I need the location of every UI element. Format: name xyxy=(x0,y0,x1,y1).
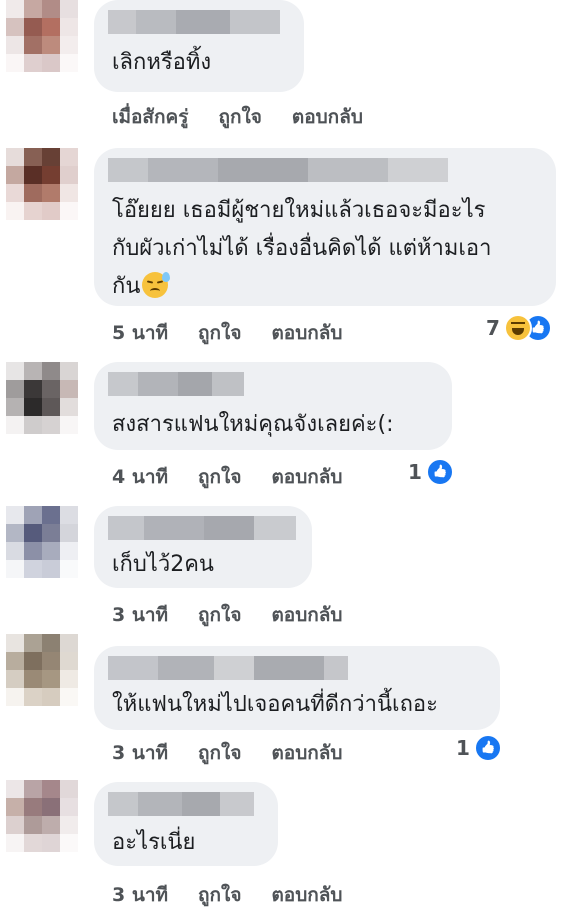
like-icon xyxy=(473,734,502,762)
avatar[interactable] xyxy=(6,506,78,578)
reaction-count: 7 xyxy=(486,316,500,340)
comment-text: ให้แฟนใหม่ไปเจอคนที่ดีกว่านี้เถอะ xyxy=(112,692,438,717)
comment-text: อะไรเนี่ย xyxy=(112,830,196,855)
comment-text-tail: กัน xyxy=(112,274,141,299)
comment-bubble: อะไรเนี่ย xyxy=(94,782,278,866)
blurred-author-name xyxy=(108,516,296,540)
timestamp[interactable]: 3 นาที xyxy=(112,880,168,910)
reaction-summary[interactable]: 1 xyxy=(456,734,502,762)
downcast-sweat-emoji-icon xyxy=(142,272,171,298)
blurred-author-name xyxy=(108,372,244,396)
haha-icon xyxy=(503,314,532,342)
timestamp[interactable]: 4 นาที xyxy=(112,462,168,492)
comment-text-line-1: โอ๊ยยย เธอมีผู้ชายใหม่แล้วเธอจะมีอะไร xyxy=(112,198,486,223)
comment-bubble: ให้แฟนใหม่ไปเจอคนที่ดีกว่านี้เถอะ xyxy=(94,646,500,730)
like-link[interactable]: ถูกใจ xyxy=(198,738,241,768)
blurred-author-name xyxy=(108,792,254,816)
comment-bubble: เลิกหรือทิ้ง xyxy=(94,0,304,92)
reaction-count: 1 xyxy=(408,460,422,484)
like-link[interactable]: ถูกใจ xyxy=(198,880,241,910)
reaction-summary[interactable]: 7 xyxy=(486,314,552,342)
like-link[interactable]: ถูกใจ xyxy=(198,462,241,492)
timestamp[interactable]: 3 นาที xyxy=(112,738,168,768)
blurred-author-name xyxy=(108,656,348,680)
timestamp[interactable]: 3 นาที xyxy=(112,600,168,630)
reply-link[interactable]: ตอบกลับ xyxy=(271,318,342,348)
like-link[interactable]: ถูกใจ xyxy=(198,318,241,348)
comment-bubble: สงสารแฟนใหม่คุณจังเลยค่ะ(: xyxy=(94,362,452,450)
reply-link[interactable]: ตอบกลับ xyxy=(271,738,342,768)
avatar[interactable] xyxy=(6,362,78,434)
comment-text: สงสารแฟนใหม่คุณจังเลยค่ะ(: xyxy=(112,412,394,437)
blurred-author-name xyxy=(108,158,448,182)
avatar[interactable] xyxy=(6,780,78,852)
comment-bubble: โอ๊ยยย เธอมีผู้ชายใหม่แล้วเธอจะมีอะไร กั… xyxy=(94,148,556,306)
comment-text: เก็บไว้2คน xyxy=(112,552,214,577)
timestamp[interactable]: เมื่อสักครู่ xyxy=(112,102,188,132)
avatar[interactable] xyxy=(6,148,78,220)
comment-text: เลิกหรือทิ้ง xyxy=(112,50,212,75)
like-link[interactable]: ถูกใจ xyxy=(218,102,261,132)
comment-text-line-2: กับผัวเก่าไม่ได้ เรื่องอื่นคิดได้ แต่ห้า… xyxy=(112,236,492,261)
like-link[interactable]: ถูกใจ xyxy=(198,600,241,630)
reaction-summary[interactable]: 1 xyxy=(408,458,454,486)
like-icon xyxy=(425,458,454,486)
reply-link[interactable]: ตอบกลับ xyxy=(292,102,363,132)
reply-link[interactable]: ตอบกลับ xyxy=(271,880,342,910)
timestamp[interactable]: 5 นาที xyxy=(112,318,168,348)
comment-text-line-3: กัน xyxy=(112,268,171,306)
comment-bubble: เก็บไว้2คน xyxy=(94,506,312,588)
reaction-count: 1 xyxy=(456,736,470,760)
blurred-author-name xyxy=(108,10,280,34)
avatar[interactable] xyxy=(6,634,78,706)
reply-link[interactable]: ตอบกลับ xyxy=(271,600,342,630)
avatar[interactable] xyxy=(6,0,78,72)
reply-link[interactable]: ตอบกลับ xyxy=(271,462,342,492)
